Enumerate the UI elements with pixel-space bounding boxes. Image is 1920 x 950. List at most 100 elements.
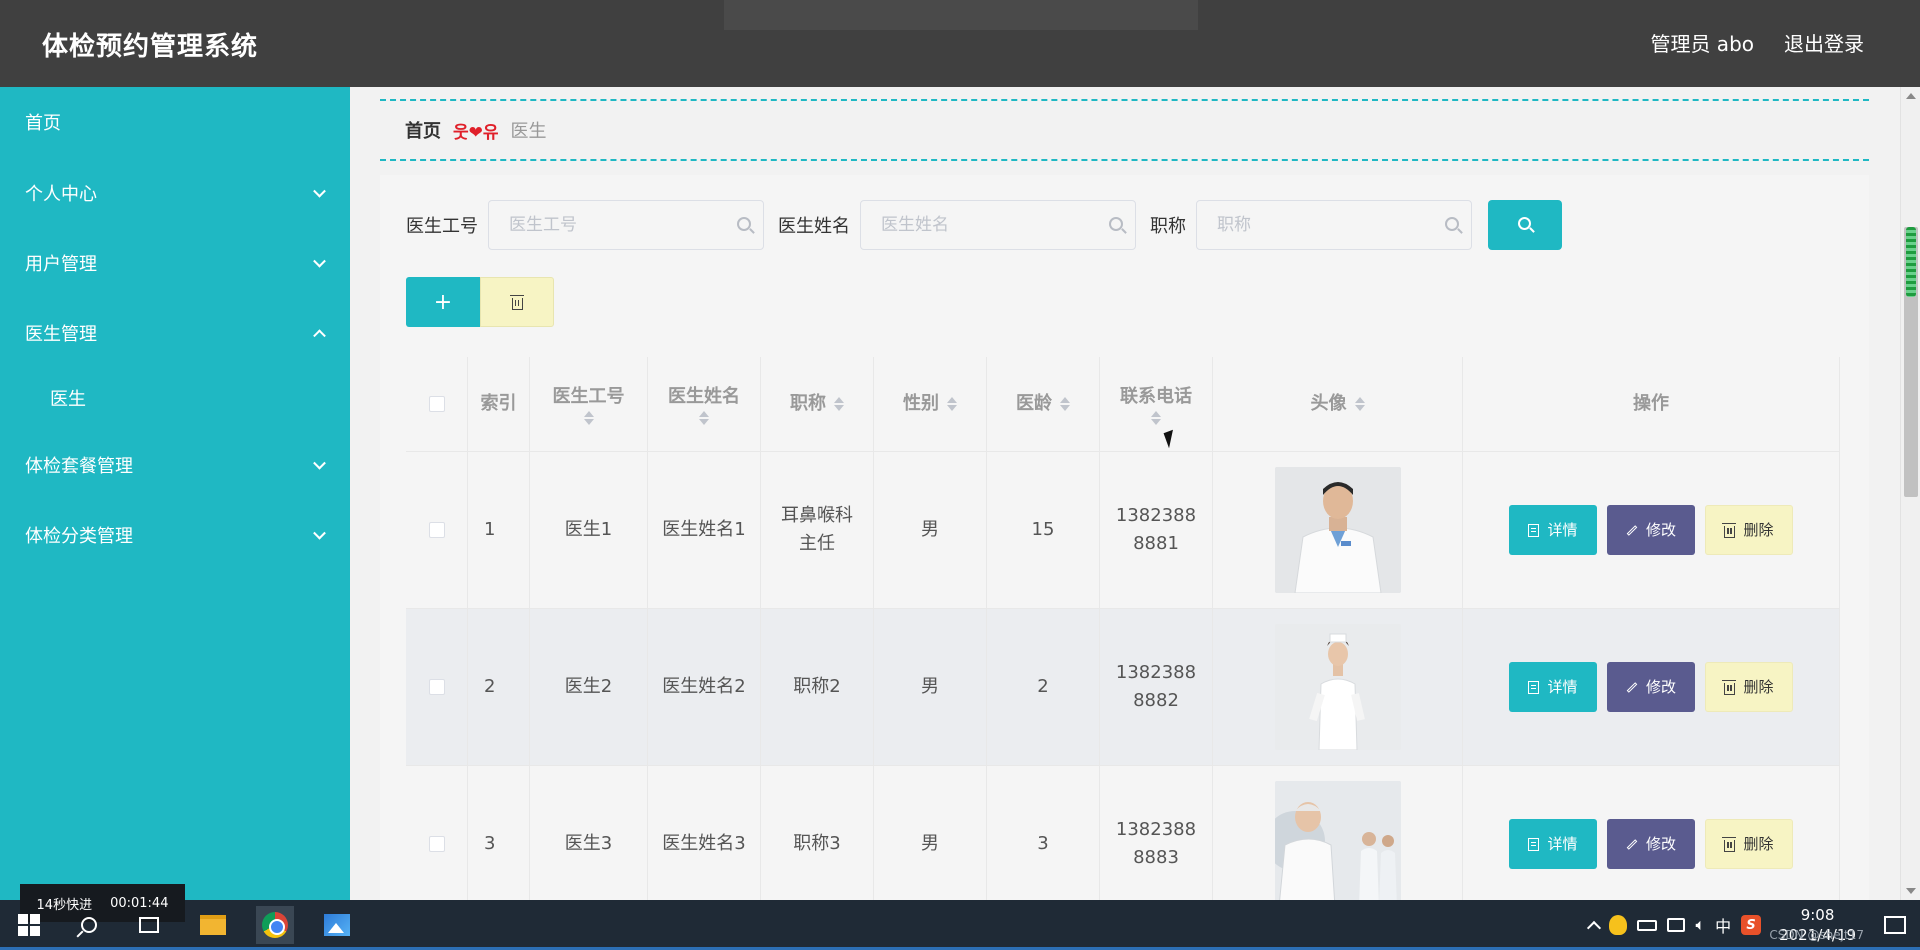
file-explorer-button[interactable] <box>194 906 232 944</box>
cell-phone: 13823888882 <box>1100 609 1213 765</box>
row-select <box>406 452 468 608</box>
document-icon <box>1528 523 1540 537</box>
row-checkbox[interactable] <box>428 836 445 852</box>
photos-button[interactable] <box>318 906 356 944</box>
sogou-ime-icon[interactable]: S <box>1741 915 1762 935</box>
detail-button[interactable]: 详情 <box>1509 505 1597 555</box>
doctor-table: 索引 医生工号 医生姓名 职称 性别 医龄 联系电话 头像 操作 1 医生1 医… <box>406 357 1840 900</box>
sort-icon[interactable] <box>947 397 957 411</box>
cell-years: 2 <box>987 609 1100 765</box>
edit-button[interactable]: 修改 <box>1607 819 1695 869</box>
app-title: 体检预约管理系统 <box>42 32 259 62</box>
row-checkbox[interactable] <box>428 522 445 538</box>
row-select <box>406 609 468 765</box>
detail-button[interactable]: 详情 <box>1509 819 1597 869</box>
chrome-icon <box>262 912 288 938</box>
column-header-name[interactable]: 医生姓名 <box>648 357 761 451</box>
detail-button[interactable]: 详情 <box>1509 662 1597 712</box>
cell-index: 2 <box>468 609 530 765</box>
search-label-code: 医生工号 <box>406 216 478 237</box>
column-header-code[interactable]: 医生工号 <box>530 357 648 451</box>
chevron-up-icon[interactable] <box>1587 920 1602 936</box>
sidebar-item-label: 体检套餐管理 <box>25 456 133 477</box>
delete-button[interactable]: 删除 <box>1705 505 1793 555</box>
delete-button[interactable]: 删除 <box>1705 819 1793 869</box>
batch-delete-button[interactable] <box>480 277 554 327</box>
cell-phone: 13823888881 <box>1100 452 1213 608</box>
task-view-icon <box>139 917 159 933</box>
volume-icon[interactable]: 🔈︎ <box>1695 915 1705 935</box>
admin-label: 管理员 abo <box>1650 32 1754 56</box>
scroll-down-arrow-icon[interactable] <box>1906 888 1916 894</box>
column-header-title[interactable]: 职称 <box>761 357 874 451</box>
doctor-avatar <box>1274 624 1401 750</box>
breadcrumb: 首页 웃❤유 医生 <box>380 99 1869 161</box>
doctor-avatar <box>1274 467 1401 593</box>
column-header-gender[interactable]: 性别 <box>874 357 987 451</box>
search-label-name: 医生姓名 <box>778 216 850 237</box>
notification-icon[interactable] <box>1884 916 1906 934</box>
delete-button[interactable]: 删除 <box>1705 662 1793 712</box>
column-header-years[interactable]: 医龄 <box>987 357 1100 451</box>
cell-avatar <box>1213 609 1463 765</box>
column-header-avatar[interactable]: 头像 <box>1213 357 1463 451</box>
sort-icon[interactable] <box>1354 397 1365 411</box>
sidebar-item-label: 体检分类管理 <box>25 526 133 547</box>
pencil-icon <box>1626 838 1638 850</box>
trash-icon <box>509 294 524 310</box>
ime-indicator[interactable]: 中 <box>1715 913 1731 937</box>
add-button[interactable]: + <box>406 277 480 327</box>
sort-icon[interactable] <box>1060 397 1070 411</box>
sidebar-item-user-management[interactable]: 用户管理 <box>0 238 350 288</box>
sidebar-item-package-management[interactable]: 体检套餐管理 <box>0 440 350 490</box>
cell-phone: 13823888883 <box>1100 766 1213 900</box>
cell-index: 1 <box>468 452 530 608</box>
sidebar-item-category-management[interactable]: 体检分类管理 <box>0 510 350 560</box>
search-field-title <box>1196 200 1472 250</box>
row-checkbox[interactable] <box>428 679 445 695</box>
header-user-area: 管理员 abo 退出登录 <box>1650 28 1864 57</box>
cell-name: 医生姓名2 <box>648 609 761 765</box>
column-header-phone[interactable]: 联系电话 <box>1100 357 1213 451</box>
cell-years: 15 <box>987 452 1100 608</box>
sort-icon[interactable] <box>583 411 594 425</box>
sort-icon[interactable] <box>699 411 709 425</box>
qq-icon[interactable] <box>1609 915 1628 935</box>
doctor-title-input[interactable] <box>1197 201 1471 249</box>
cell-actions: 详情 修改 删除 <box>1463 766 1840 900</box>
sidebar-item-doctor-management[interactable]: 医生管理 <box>0 308 350 358</box>
taskbar-search-button[interactable] <box>70 906 108 944</box>
chrome-button[interactable] <box>256 906 294 944</box>
page-scrollbar[interactable] <box>1900 87 1920 900</box>
cell-actions: 详情 修改 删除 <box>1463 452 1840 608</box>
sort-icon[interactable] <box>1151 411 1161 425</box>
cell-code: 医生1 <box>530 452 648 608</box>
breadcrumb-decoration: 웃❤유 <box>453 122 499 143</box>
photos-icon <box>324 914 350 936</box>
sort-icon[interactable] <box>834 397 844 411</box>
breadcrumb-home[interactable]: 首页 <box>405 117 441 143</box>
cell-name: 医生姓名3 <box>648 766 761 900</box>
sidebar-item-personal-center[interactable]: 个人中心 <box>0 168 350 218</box>
scroll-up-arrow-icon[interactable] <box>1906 93 1916 99</box>
doctor-name-input[interactable] <box>861 201 1135 249</box>
network-icon[interactable] <box>1667 918 1686 932</box>
chevron-down-icon <box>313 456 326 470</box>
doctor-code-input[interactable] <box>489 201 763 249</box>
sidebar-item-home[interactable]: 首页 <box>0 97 350 147</box>
action-toolbar: + <box>406 277 554 327</box>
edit-button[interactable]: 修改 <box>1607 662 1695 712</box>
search-button[interactable] <box>1488 200 1562 250</box>
task-view-button[interactable] <box>130 906 168 944</box>
breadcrumb-current: 医生 <box>510 121 547 142</box>
start-button[interactable] <box>10 906 48 944</box>
logout-link[interactable]: 退出登录 <box>1784 28 1864 57</box>
cell-name: 医生姓名1 <box>648 452 761 608</box>
sidebar-item-doctor[interactable]: 医生 <box>0 373 350 423</box>
select-all-checkbox[interactable] <box>428 396 445 412</box>
table-header-row: 索引 医生工号 医生姓名 职称 性别 医龄 联系电话 头像 操作 <box>406 357 1840 452</box>
cell-gender: 男 <box>874 452 987 608</box>
edit-button[interactable]: 修改 <box>1607 505 1695 555</box>
battery-icon[interactable] <box>1637 919 1658 931</box>
header-select-all <box>406 357 468 451</box>
